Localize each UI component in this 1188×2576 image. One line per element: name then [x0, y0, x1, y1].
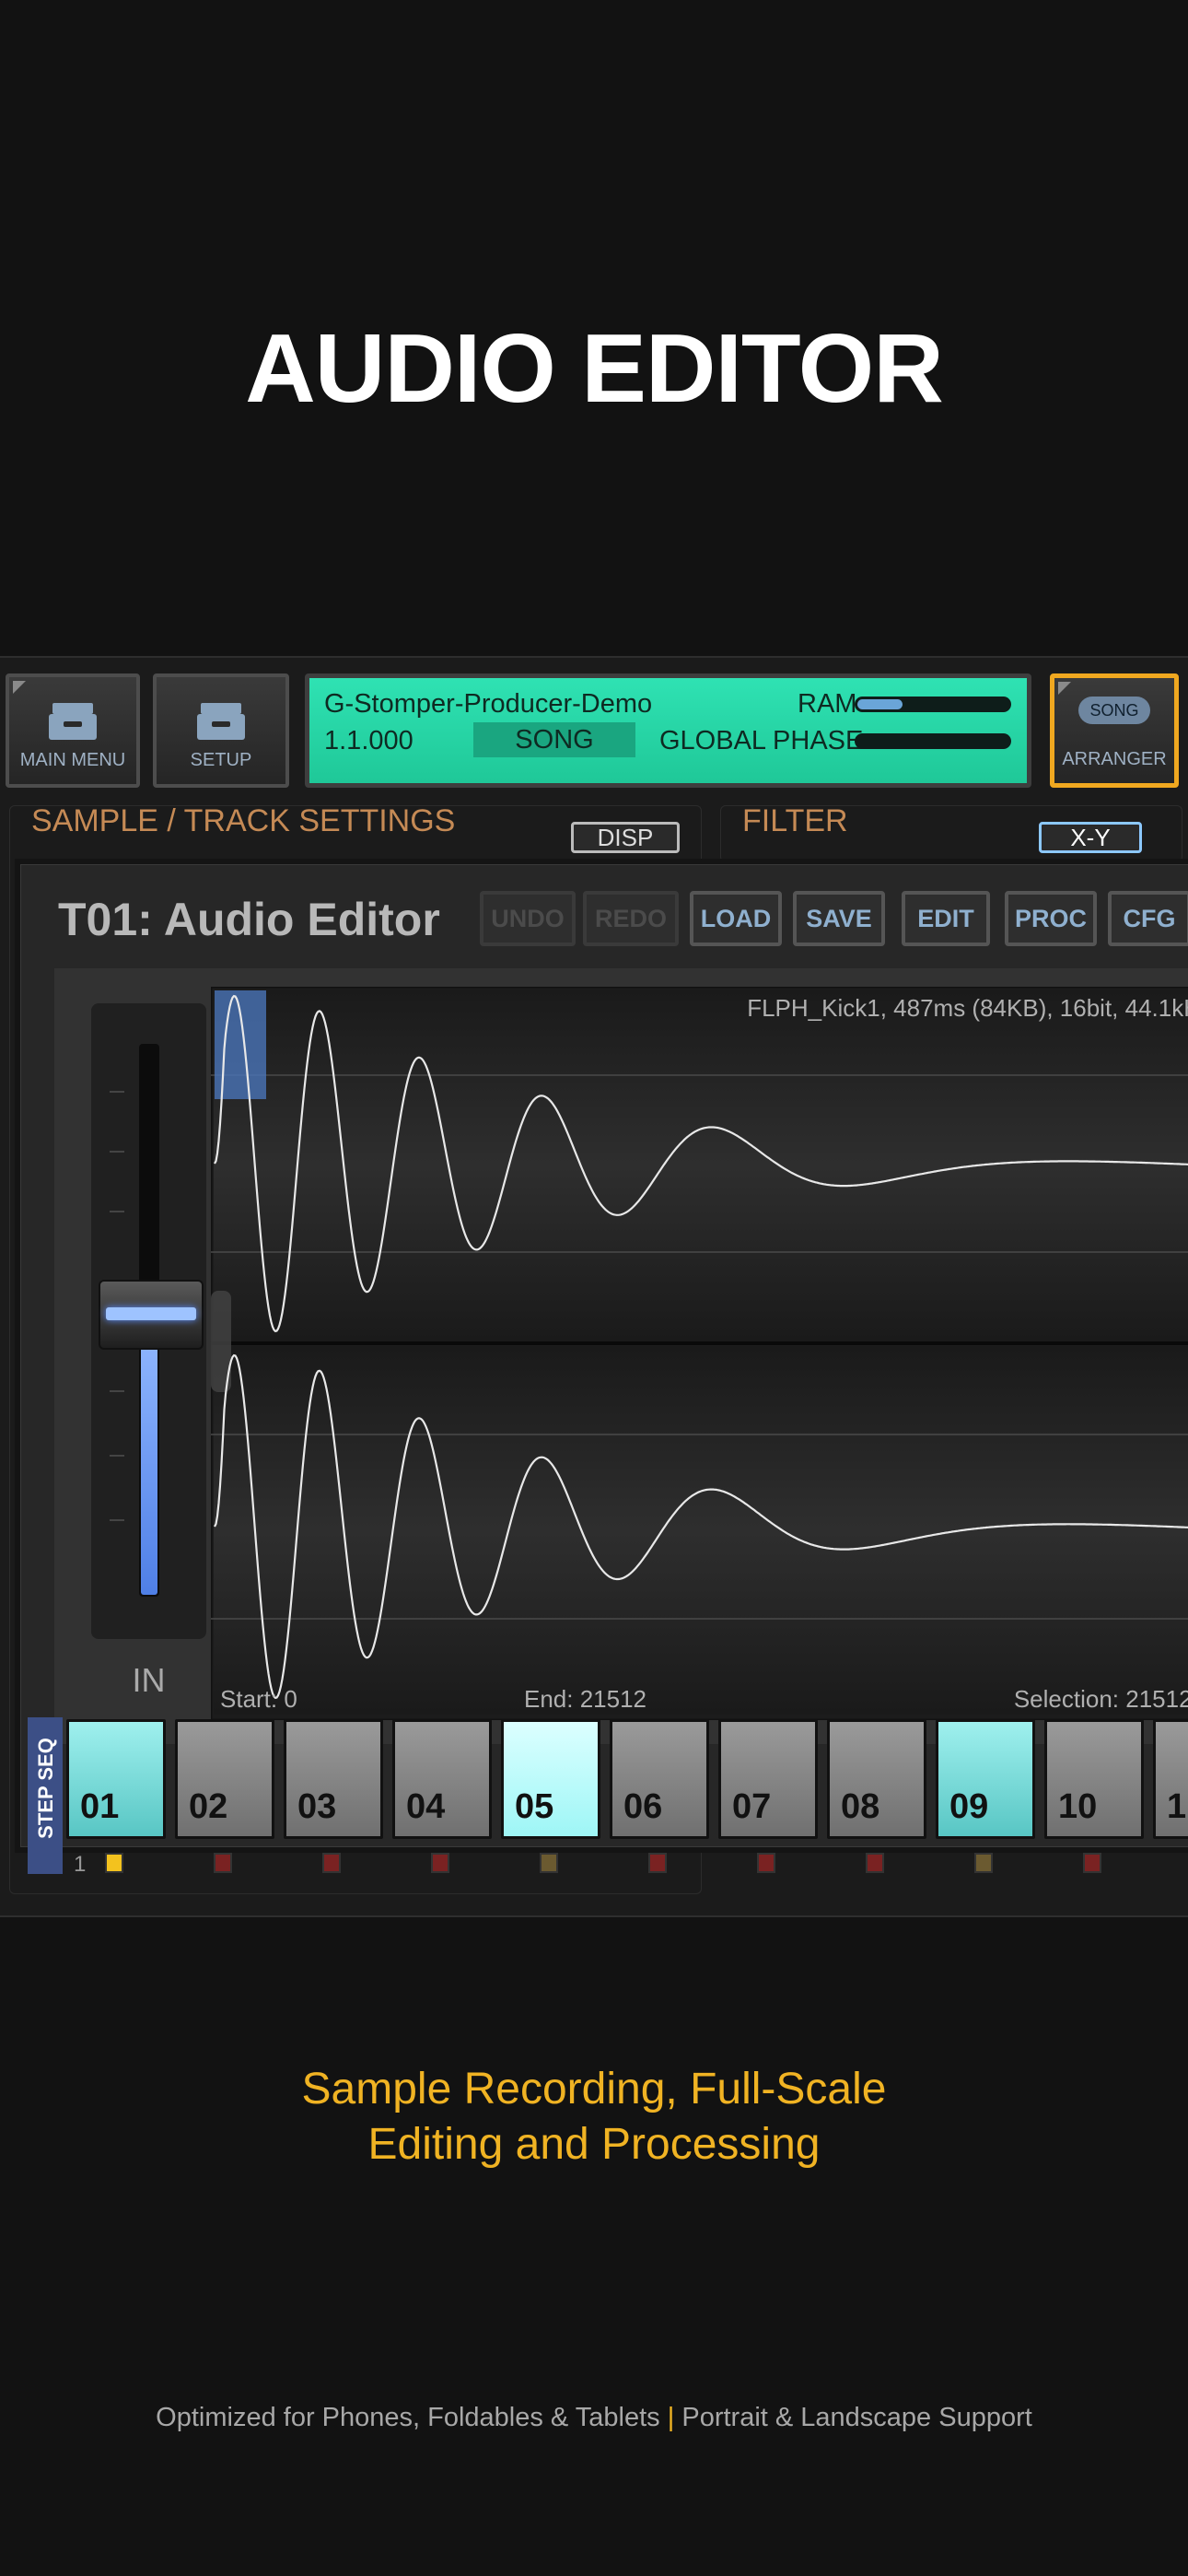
step-led-06: [648, 1853, 667, 1873]
disp-button[interactable]: DISP: [571, 822, 680, 853]
step-led-07: [757, 1853, 775, 1873]
step-button-02[interactable]: 02: [175, 1719, 274, 1839]
ram-meter-fill: [857, 699, 903, 709]
step-button-08[interactable]: 08: [827, 1719, 926, 1839]
drawer-icon: [197, 703, 245, 740]
status-lcd[interactable]: G-Stomper-Producer-Demo 1.1.000 SONG RAM…: [305, 673, 1031, 788]
step-led-04: [431, 1853, 449, 1873]
drawer-icon: [49, 703, 97, 740]
section-sample-track: SAMPLE / TRACK SETTINGS: [31, 803, 456, 838]
selection-readout: Selection: 21512 /: [1014, 1685, 1188, 1713]
main-menu-label: MAIN MENU: [19, 750, 126, 770]
editor-title: T01: Audio Editor: [58, 894, 440, 945]
load-button[interactable]: LOAD: [690, 891, 782, 946]
cfg-button[interactable]: CFG: [1108, 891, 1188, 946]
tagline-line-1: Sample Recording, Full-Scale: [301, 2065, 887, 2113]
step-seq-label: STEP SEQ: [34, 1738, 57, 1839]
ram-label: RAM: [798, 689, 857, 719]
section-filter: FILTER: [742, 803, 848, 838]
arranger-label: ARRANGER: [1062, 749, 1167, 769]
arranger-chip: SONG: [1078, 697, 1150, 724]
fader-knob[interactable]: [99, 1280, 204, 1350]
footer: Optimized for Phones, Foldables & Tablet…: [0, 2403, 1188, 2433]
start-readout: Start: 0: [220, 1685, 297, 1713]
tagline-line-2: Editing and Processing: [367, 2120, 821, 2169]
step-seq-tab[interactable]: STEP SEQ: [28, 1717, 63, 1874]
undo-button[interactable]: UNDO: [480, 891, 576, 946]
corner-marker-icon: [1058, 682, 1071, 695]
arranger-button[interactable]: SONG ARRANGER: [1050, 673, 1179, 788]
footer-separator: |: [667, 2403, 675, 2432]
footer-right: Portrait & Landscape Support: [681, 2403, 1032, 2432]
proc-button[interactable]: PROC: [1005, 891, 1097, 946]
bar-number: 1: [74, 1852, 87, 1877]
step-button-06[interactable]: 06: [610, 1719, 709, 1839]
step-led-05: [540, 1853, 558, 1873]
song-position: 1.1.000: [324, 726, 413, 755]
mode-indicator: SONG: [473, 722, 635, 757]
step-button-09[interactable]: 09: [936, 1719, 1035, 1839]
waveform-display[interactable]: FLPH_Kick1, 487ms (84KB), 16bit, 44.1kH …: [211, 987, 1188, 1720]
step-led-08: [866, 1853, 884, 1873]
save-button[interactable]: SAVE: [793, 891, 885, 946]
footer-left: Optimized for Phones, Foldables & Tablet…: [156, 2403, 660, 2432]
step-button-07[interactable]: 07: [718, 1719, 818, 1839]
step-button-04[interactable]: 04: [392, 1719, 492, 1839]
sample-info: FLPH_Kick1, 487ms (84KB), 16bit, 44.1kH: [747, 994, 1188, 1022]
step-button-10[interactable]: 10: [1044, 1719, 1144, 1839]
global-phase-label: GLOBAL PHASE: [659, 726, 864, 755]
app-screenshot: MAIN MENU SETUP G-Stomper-Producer-Demo …: [0, 656, 1188, 1917]
fader-label: IN: [132, 1661, 166, 1699]
headline: AUDIO EDITOR: [245, 314, 944, 423]
step-led-01: [105, 1853, 123, 1873]
project-name: G-Stomper-Producer-Demo: [324, 689, 653, 719]
setup-button[interactable]: SETUP: [153, 673, 289, 788]
global-phase-meter: [855, 733, 1011, 749]
edit-button[interactable]: EDIT: [902, 891, 990, 946]
step-led-02: [214, 1853, 232, 1873]
step-button-11[interactable]: 1: [1153, 1719, 1188, 1839]
step-button-03[interactable]: 03: [284, 1719, 383, 1839]
step-led-09: [974, 1853, 993, 1873]
audio-editor-window: T01: Audio Editor UNDO REDO LOAD SAVE ED…: [20, 864, 1188, 1847]
corner-marker-icon: [13, 681, 26, 694]
xy-button[interactable]: X-Y: [1039, 822, 1142, 853]
tagline: Sample Recording, Full-Scale Editing and…: [0, 2062, 1188, 2172]
ram-meter: [855, 697, 1011, 712]
main-menu-button[interactable]: MAIN MENU: [6, 673, 140, 788]
step-button-01[interactable]: 01: [66, 1719, 166, 1839]
step-led-03: [322, 1853, 341, 1873]
redo-button[interactable]: REDO: [583, 891, 679, 946]
input-fader[interactable]: [91, 1003, 206, 1639]
editor-content: IN FLPH_Kick1, 487ms (84KB), 16bit, 44.1…: [54, 968, 1188, 1744]
end-readout: End: 21512: [524, 1685, 646, 1713]
setup-label: SETUP: [190, 750, 252, 770]
step-led-10: [1083, 1853, 1101, 1873]
step-button-05[interactable]: 05: [501, 1719, 600, 1839]
fader-level: [141, 1335, 157, 1595]
